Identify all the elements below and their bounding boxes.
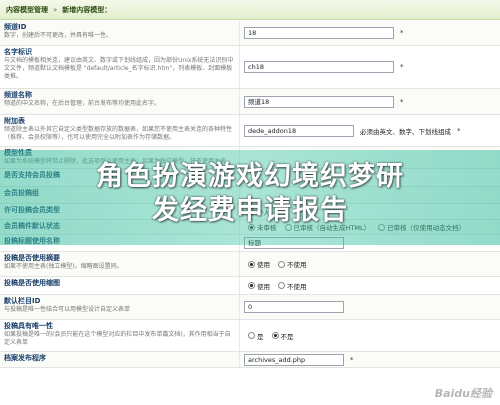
default-column-input[interactable]: 0 bbox=[244, 301, 344, 313]
field-description: 频道除主表以外其它自定义类型数据存放的数据表，如果您不使用主表关连的各种特性（推… bbox=[4, 126, 233, 141]
label-cell: 档案发布程序 bbox=[0, 352, 240, 367]
banner-title: 角色扮演游戏幻境织梦研 发经费申请报告 bbox=[0, 160, 500, 228]
banner-line-1: 角色扮演游戏幻境织梦研 bbox=[96, 161, 404, 192]
breadcrumb: 内容模型管理 » 新增内容模型： bbox=[0, 0, 500, 20]
field-title: 默认栏目ID bbox=[4, 297, 41, 305]
title-name-input[interactable]: 标题 bbox=[244, 237, 344, 249]
form-row-use-summary: 投稿是否使用摘要 如果不使用主表(独立模型)，缩略图设置同。 使用 不使用 bbox=[0, 252, 500, 277]
field-cell: archives_add.php * bbox=[240, 352, 500, 367]
field-description: 如果投稿是唯一的(会员只能在这个模型对应的栏目中发布单篇文档)，其作用相当于自定… bbox=[4, 331, 231, 346]
label-cell: 频道ID 数字，创建后不可更改，并具有唯一性。 bbox=[0, 21, 240, 45]
channel-name-input[interactable]: 频道18 bbox=[244, 95, 394, 108]
field-cell: 频道18 * bbox=[240, 89, 500, 114]
form-row-addon-table: 附加表 频道除主表以外其它自定义类型数据存放的数据表，如果您不使用主表关连的各种… bbox=[0, 115, 500, 147]
field-title: 频道名称 bbox=[4, 91, 32, 99]
field-title: 档案发布程序 bbox=[4, 354, 46, 362]
thumb-radio-use[interactable] bbox=[248, 282, 255, 289]
publish-program-input[interactable]: archives_add.php bbox=[244, 353, 344, 366]
summary-option: 不使用 bbox=[287, 261, 307, 269]
required-mark: * bbox=[400, 63, 404, 71]
label-cell: 投稿是否使用摘要 如果不使用主表(独立模型)，缩略图设置同。 bbox=[0, 252, 240, 276]
field-title: 名字标识 bbox=[4, 48, 32, 56]
form-row-use-thumb: 投稿是否使用缩图 使用 不使用 bbox=[0, 277, 500, 295]
thumb-option: 使用 bbox=[257, 282, 270, 291]
summary-radio-use[interactable] bbox=[248, 260, 255, 268]
field-title: 投稿是否使用缩图 bbox=[4, 279, 60, 287]
field-description: 频道的中文名称，在后台管理，前台发布等均使用此名字。 bbox=[4, 100, 161, 107]
field-cell: 18 * bbox=[240, 21, 500, 45]
field-cell: 使用 不使用 bbox=[240, 252, 500, 276]
field-title: 投稿具有唯一性 bbox=[4, 322, 53, 330]
field-description: 与文档的模板相关连，建议由英文、数字或下划线组成，因为部份Unix系统无法识别中… bbox=[4, 57, 234, 80]
field-cell: 标题 bbox=[240, 235, 500, 251]
form-row-channel-id: 频道ID 数字，创建后不可更改，并具有唯一性。 18 * bbox=[0, 21, 500, 46]
field-title: 模型性质 bbox=[4, 149, 32, 157]
field-description: 数字，创建后不可更改，并具有唯一性。 bbox=[4, 32, 113, 39]
field-title: 附加表 bbox=[4, 117, 25, 125]
name-id-input[interactable]: ch18 bbox=[244, 61, 394, 73]
unique-option: 不是 bbox=[280, 332, 294, 341]
form-row-channel-name: 频道名称 频道的中文名称，在后台管理，前台发布等均使用此名字。 频道18 * bbox=[0, 89, 500, 115]
required-mark: * bbox=[457, 126, 461, 135]
breadcrumb-separator: » bbox=[53, 5, 58, 14]
required-mark: * bbox=[350, 355, 354, 364]
field-cell: 是 不是 bbox=[240, 320, 500, 351]
label-cell: 投稿具有唯一性 如果投稿是唯一的(会员只能在这个模型对应的栏目中发布单篇文档)，… bbox=[0, 320, 240, 351]
unique-radio-no[interactable] bbox=[271, 332, 279, 339]
addon-table-hint: 必须由英文、数字、下划线组成 bbox=[360, 127, 451, 136]
banner-line-2: 发经费申请报告 bbox=[152, 195, 348, 226]
label-cell: 频道名称 频道的中文名称，在后台管理，前台发布等均使用此名字。 bbox=[0, 89, 240, 114]
baidu-watermark: Baidu经验 bbox=[434, 387, 492, 400]
form-row-default-column: 默认栏目ID 与投稿是唯一性结合可以用模型设计自定义表单 0 bbox=[0, 295, 500, 320]
thumb-option: 不使用 bbox=[287, 282, 307, 291]
summary-option: 使用 bbox=[257, 261, 270, 269]
label-cell: 投稿是否使用缩图 bbox=[0, 277, 240, 294]
label-cell: 名字标识 与文档的模板相关连，建议由英文、数字或下划线组成，因为部份Unix系统… bbox=[0, 46, 240, 88]
field-description: 与投稿是唯一性结合可以用模型设计自定义表单 bbox=[4, 306, 131, 313]
field-cell: ch18 * bbox=[240, 46, 500, 88]
channel-id-input[interactable]: 18 bbox=[244, 27, 394, 39]
required-mark: * bbox=[400, 29, 404, 37]
required-mark: * bbox=[400, 97, 404, 106]
thumb-radio-no[interactable] bbox=[278, 282, 285, 289]
field-title: 频道ID bbox=[4, 23, 27, 31]
field-description: 如果不使用主表(独立模型)，缩略图设置同。 bbox=[4, 263, 123, 270]
label-cell: 默认栏目ID 与投稿是唯一性结合可以用模型设计自定义表单 bbox=[0, 295, 240, 319]
breadcrumb-part2: 新增内容模型： bbox=[62, 5, 112, 14]
breadcrumb-part1[interactable]: 内容模型管理 bbox=[6, 5, 48, 15]
form-row-name-id: 名字标识 与文档的模板相关连，建议由英文、数字或下划线组成，因为部份Unix系统… bbox=[0, 46, 500, 89]
field-cell: 0 bbox=[240, 295, 500, 319]
unique-option: 是 bbox=[257, 332, 264, 341]
addon-table-input[interactable]: dede_addon18 bbox=[244, 124, 354, 137]
form-row-title-name: 投稿标题使用名称 标题 bbox=[0, 235, 500, 252]
label-cell: 附加表 频道除主表以外其它自定义类型数据存放的数据表，如果您不使用主表关连的各种… bbox=[0, 115, 240, 146]
field-cell: 使用 不使用 bbox=[240, 277, 500, 294]
form-row-publish-program: 档案发布程序 archives_add.php * bbox=[0, 352, 500, 368]
field-title: 投稿标题使用名称 bbox=[4, 237, 60, 245]
field-cell: dede_addon18 必须由英文、数字、下划线组成 * bbox=[240, 115, 500, 146]
label-cell: 投稿标题使用名称 bbox=[0, 235, 240, 251]
form-row-unique: 投稿具有唯一性 如果投稿是唯一的(会员只能在这个模型对应的栏目中发布单篇文档)，… bbox=[0, 320, 500, 352]
summary-radio-no[interactable] bbox=[278, 260, 285, 268]
field-title: 投稿是否使用摘要 bbox=[4, 254, 60, 262]
unique-radio-yes[interactable] bbox=[248, 332, 255, 339]
